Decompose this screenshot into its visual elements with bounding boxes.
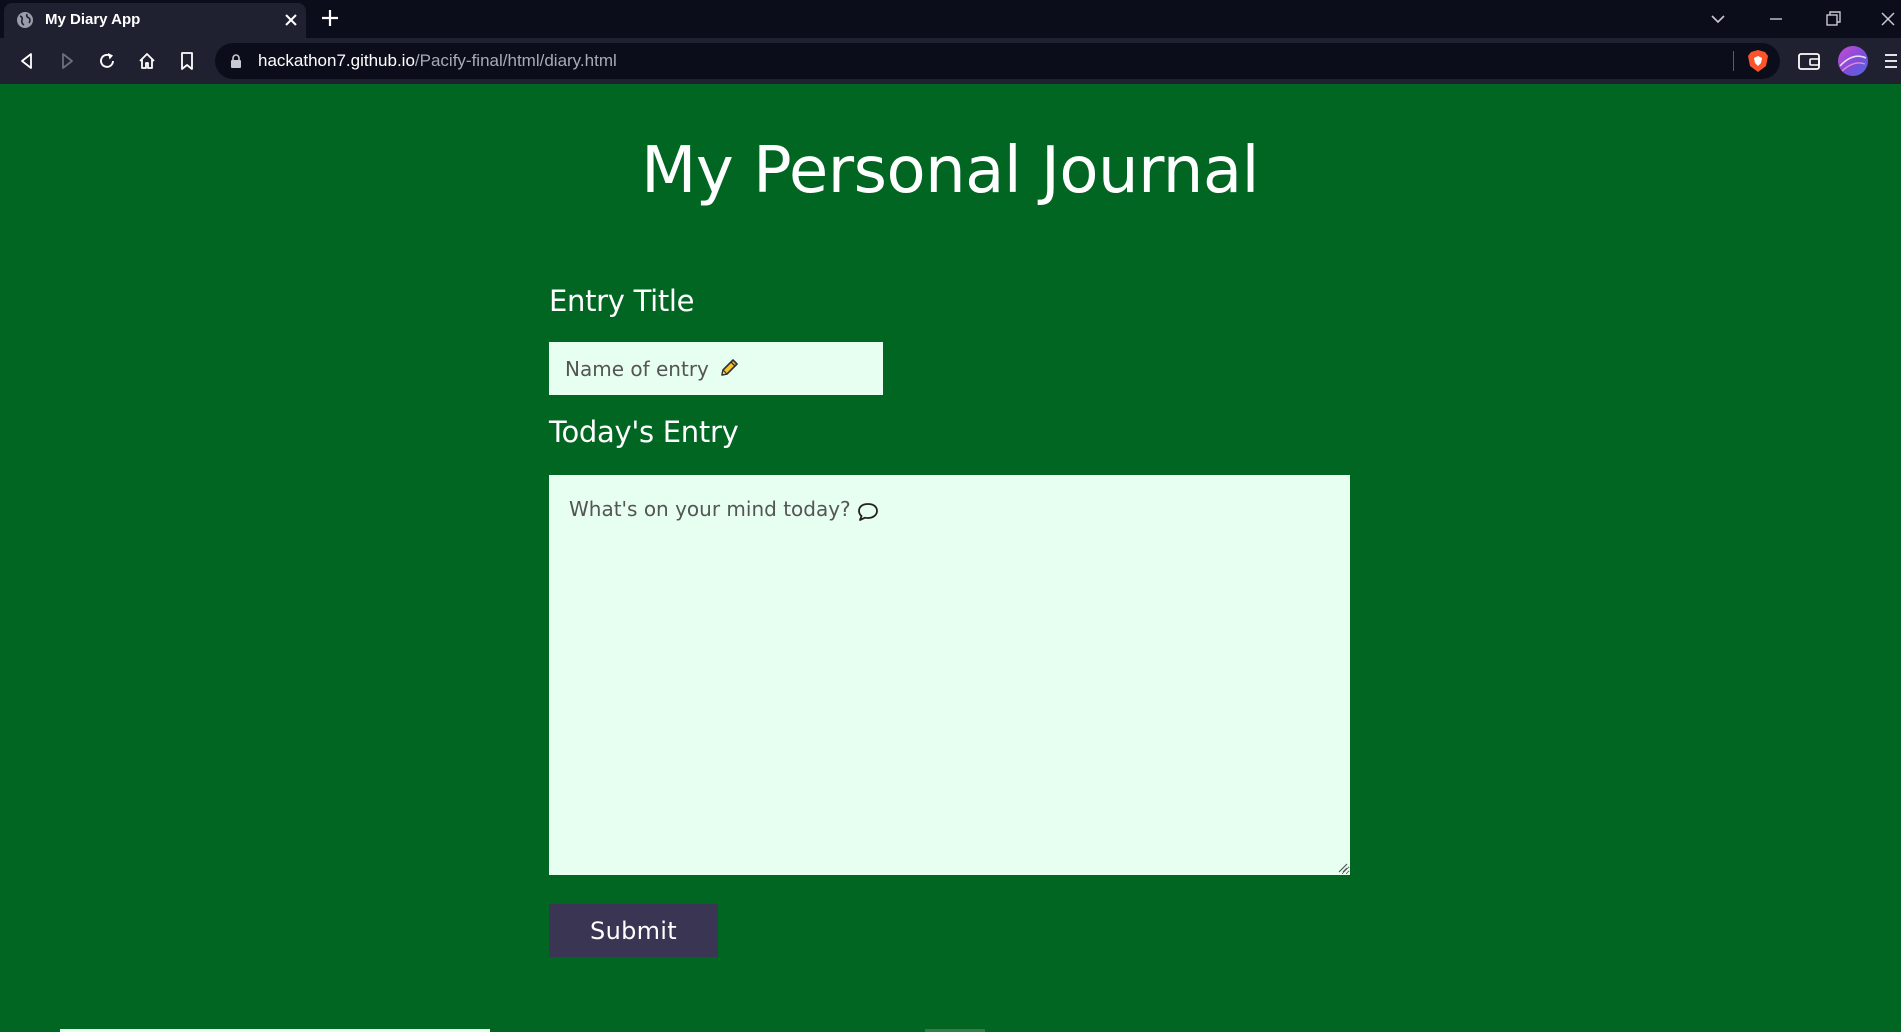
globe-icon: [17, 12, 33, 28]
menu-icon[interactable]: [1884, 51, 1898, 71]
home-icon[interactable]: [136, 50, 158, 72]
url-host: hackathon7.github.io: [258, 51, 415, 70]
brave-shield-icon[interactable]: [1747, 49, 1769, 73]
profile-avatar-art: [1839, 55, 1867, 72]
entry-title-label: Entry Title: [549, 284, 695, 318]
browser-tab-strip: My Diary App: [0, 0, 1901, 38]
todays-entry-textarea[interactable]: [549, 475, 1350, 875]
browser-toolbar: hackathon7.github.io/Pacify-final/html/d…: [0, 38, 1901, 84]
bookmark-icon[interactable]: [176, 50, 198, 72]
lock-icon: [231, 54, 241, 68]
address-bar-divider: [1733, 51, 1734, 71]
url-text[interactable]: hackathon7.github.io/Pacify-final/html/d…: [258, 51, 617, 71]
minimize-icon[interactable]: [1765, 8, 1787, 30]
new-tab-plus-icon[interactable]: [320, 8, 340, 28]
url-path: /Pacify-final/html/diary.html: [414, 51, 617, 70]
browser-tab-active[interactable]: My Diary App: [4, 3, 306, 38]
submit-button[interactable]: Submit: [549, 904, 718, 957]
close-icon[interactable]: [282, 11, 300, 29]
wallet-icon[interactable]: [1797, 50, 1821, 72]
diary-page: My Personal Journal Entry Title Today's …: [0, 84, 1901, 1032]
back-arrow-icon[interactable]: [16, 50, 38, 72]
todays-entry-label: Today's Entry: [549, 415, 739, 449]
page-title: My Personal Journal: [641, 134, 1259, 208]
tab-list-chevron-down-icon[interactable]: [1707, 8, 1729, 30]
entry-title-input[interactable]: [549, 342, 883, 395]
profile-avatar[interactable]: [1838, 46, 1868, 76]
forward-arrow-icon[interactable]: [56, 50, 78, 72]
tab-title: My Diary App: [45, 11, 141, 28]
reload-icon[interactable]: [96, 50, 118, 72]
restore-window-icon[interactable]: [1822, 8, 1844, 30]
close-window-icon[interactable]: [1877, 8, 1899, 30]
address-bar[interactable]: hackathon7.github.io/Pacify-final/html/d…: [215, 43, 1780, 79]
